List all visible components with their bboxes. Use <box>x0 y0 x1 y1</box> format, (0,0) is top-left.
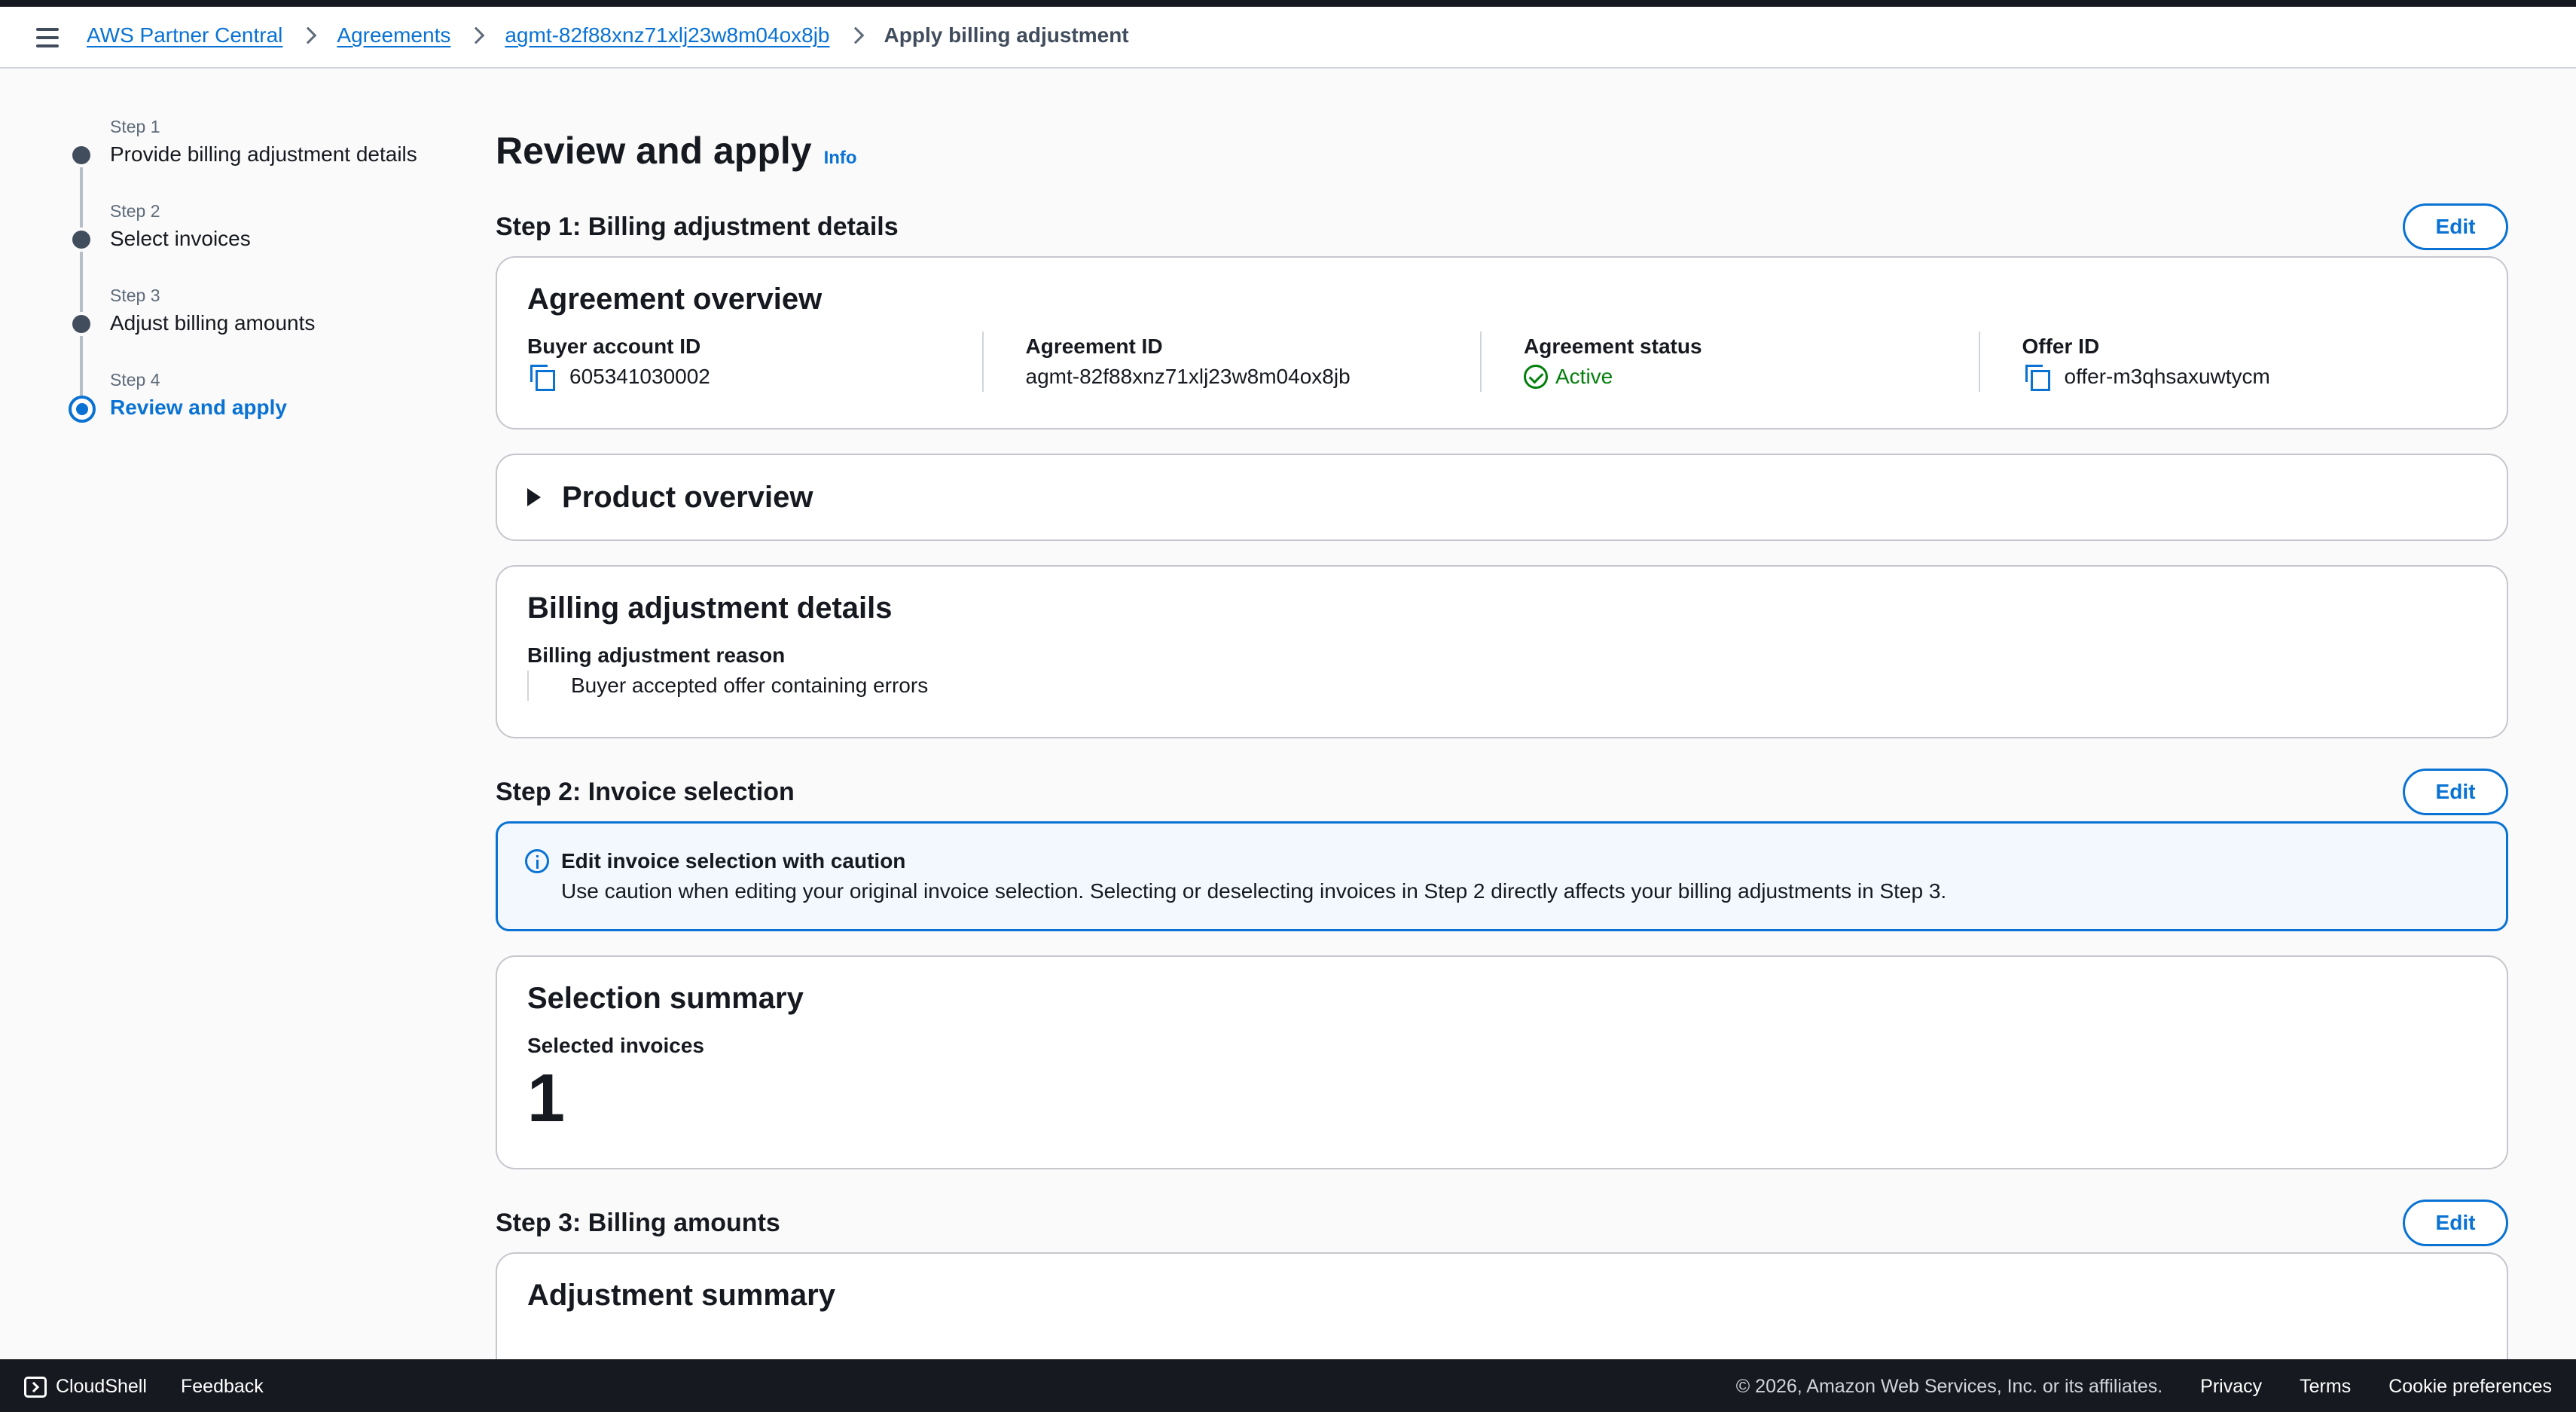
selected-invoices-label: Selected invoices <box>527 1034 705 1057</box>
breadcrumb-agreement-id[interactable]: agmt-82f88xnz71xlj23w8m04ox8jb <box>505 23 829 47</box>
step-number: Step 4 <box>110 370 160 390</box>
reason-value: Buyer accepted offer containing errors <box>571 674 929 697</box>
buyer-account-value: 605341030002 <box>569 365 710 388</box>
buyer-account-field: Buyer account ID 605341030002 <box>527 332 982 392</box>
section-step2-header: Step 2: Invoice selection Edit <box>496 763 2508 821</box>
step-name: Review and apply <box>110 396 287 419</box>
footer-links: © 2026, Amazon Web Services, Inc. or its… <box>1736 1376 2552 1398</box>
breadcrumb: AWS Partner Central Agreements agmt-82f8… <box>87 23 1129 47</box>
agreement-id-field: Agreement ID agmt-82f88xnz71xlj23w8m04ox… <box>981 332 1481 392</box>
main-content: Review and apply Info Step 1: Billing ad… <box>496 112 2508 1412</box>
menu-icon[interactable] <box>36 28 59 47</box>
step-number: Step 2 <box>110 201 160 221</box>
offer-id-label: Offer ID <box>2022 335 2100 358</box>
caution-alert: Edit invoice selection with caution Use … <box>496 821 2508 931</box>
terminal-icon <box>24 1376 47 1398</box>
billing-adjustment-details-title: Billing adjustment details <box>527 591 893 625</box>
step-number: Step 3 <box>110 286 160 305</box>
agreement-id-label: Agreement ID <box>1025 335 1163 358</box>
feedback-link[interactable]: Feedback <box>181 1376 264 1398</box>
section-step1-header: Step 1: Billing adjustment details Edit <box>496 197 2508 256</box>
terms-link[interactable]: Terms <box>2300 1376 2351 1398</box>
caret-right-icon[interactable] <box>527 488 541 506</box>
selected-invoices-field: Selected invoices 1 <box>527 1031 2477 1136</box>
info-icon <box>525 849 549 873</box>
wizard-stepper: Step 1 Provide billing adjustment detail… <box>66 112 458 449</box>
section-step2-title: Step 2: Invoice selection <box>496 777 795 806</box>
copyright-text: © 2026, Amazon Web Services, Inc. or its… <box>1735 1376 2163 1397</box>
chevron-right-icon <box>300 26 317 44</box>
page-title-text: Review and apply <box>496 130 812 172</box>
offer-id-value: offer-m3qhsaxuwtycm <box>2064 365 2270 388</box>
agreement-id-value: agmt-82f88xnz71xlj23w8m04ox8jb <box>1025 365 1351 388</box>
agreement-overview-card: Agreement overview Buyer account ID 6053… <box>496 256 2508 429</box>
privacy-link[interactable]: Privacy <box>2200 1376 2262 1398</box>
section-step3-title: Step 3: Billing amounts <box>496 1208 780 1237</box>
step-dot-icon <box>72 315 90 333</box>
check-circle-icon <box>1524 365 1548 389</box>
selected-invoices-value: 1 <box>527 1061 566 1136</box>
billing-adjustment-details-card: Billing adjustment details Billing adjus… <box>496 565 2508 738</box>
step-name: Provide billing adjustment details <box>110 142 417 166</box>
adjustment-summary-title: Adjustment summary <box>527 1279 835 1312</box>
top-strip <box>0 0 2576 7</box>
step-number: Step 1 <box>110 117 160 136</box>
alert-body: Use caution when editing your original i… <box>561 879 1947 903</box>
offer-id-value-row: offer-m3qhsaxuwtycm <box>2022 362 2447 392</box>
cloudshell-label: CloudShell <box>56 1376 147 1397</box>
step-dot-icon <box>72 231 90 249</box>
reason-label: Billing adjustment reason <box>527 643 786 667</box>
offer-id-field: Offer ID offer-m3qhsaxuwtycm <box>1978 332 2477 392</box>
cloudshell-button[interactable]: CloudShell <box>24 1376 147 1398</box>
breadcrumb-current: Apply billing adjustment <box>884 23 1129 47</box>
breadcrumb-agreements[interactable]: Agreements <box>337 23 450 47</box>
section-step3-header: Step 3: Billing amounts Edit <box>496 1193 2508 1252</box>
chevron-right-icon <box>468 26 485 44</box>
product-overview-title: Product overview <box>562 481 813 514</box>
selection-summary-card: Selection summary Selected invoices 1 <box>496 955 2508 1169</box>
chevron-right-icon <box>847 26 864 44</box>
breadcrumb-partner-central[interactable]: AWS Partner Central <box>87 23 282 47</box>
wizard-step-3[interactable]: Step 3 Adjust billing amounts <box>66 280 458 396</box>
selection-summary-title: Selection summary <box>527 982 804 1015</box>
wizard-step-4[interactable]: Step 4 Review and apply <box>66 365 458 449</box>
wizard-step-2[interactable]: Step 2 Select invoices <box>66 196 458 312</box>
reason-field: Billing adjustment reason Buyer accepted… <box>527 640 2477 701</box>
breadcrumb-bar: AWS Partner Central Agreements agmt-82f8… <box>0 7 2576 69</box>
step-name: Select invoices <box>110 227 251 250</box>
step-current-icon <box>69 396 96 423</box>
cookie-preferences-link[interactable]: Cookie preferences <box>2388 1376 2552 1398</box>
info-link[interactable]: Info <box>824 119 857 197</box>
section-step1-title: Step 1: Billing adjustment details <box>496 212 899 241</box>
product-overview-expander[interactable]: Product overview <box>496 454 2508 541</box>
agreement-status-field: Agreement status Active <box>1480 332 1979 392</box>
agreement-status-label: Agreement status <box>1524 335 1702 358</box>
edit-step2-button[interactable]: Edit <box>2403 769 2508 815</box>
step-dot-icon <box>72 146 90 164</box>
page-title: Review and apply Info <box>496 112 2508 197</box>
wizard-step-1[interactable]: Step 1 Provide billing adjustment detail… <box>66 112 458 228</box>
agreement-overview-title: Agreement overview <box>527 283 823 316</box>
buyer-account-label: Buyer account ID <box>527 335 701 358</box>
console-footer: CloudShell Feedback © 2026, Amazon Web S… <box>0 1359 2576 1412</box>
alert-title: Edit invoice selection with caution <box>561 849 906 873</box>
edit-step3-button[interactable]: Edit <box>2403 1200 2508 1246</box>
buyer-account-value-row: 605341030002 <box>527 362 952 392</box>
agreement-status-value-row: Active <box>1524 362 1949 392</box>
copy-icon[interactable] <box>527 363 555 391</box>
agreement-status-value: Active <box>1555 365 1613 388</box>
step-name: Adjust billing amounts <box>110 311 316 335</box>
edit-step1-button[interactable]: Edit <box>2403 203 2508 250</box>
copy-icon[interactable] <box>2022 363 2050 391</box>
agreement-overview-fields: Buyer account ID 605341030002 Agreement … <box>527 332 2477 392</box>
